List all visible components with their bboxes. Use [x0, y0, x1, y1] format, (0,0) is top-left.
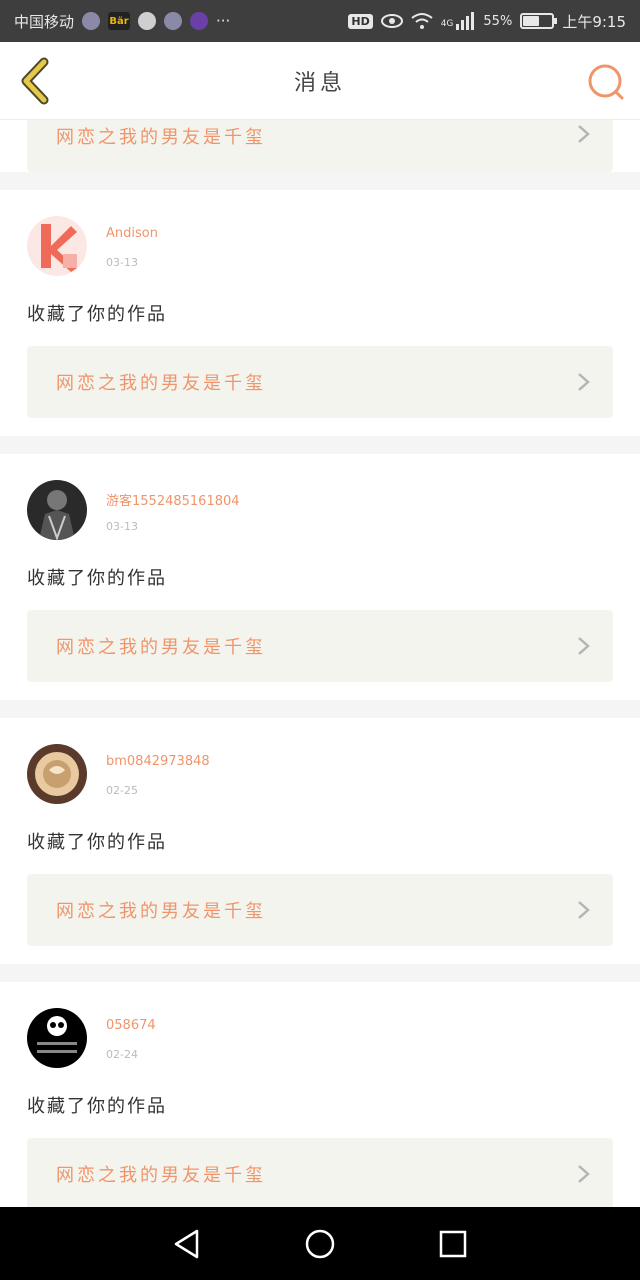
chevron-right-icon	[578, 901, 590, 919]
page-title: 消息	[293, 70, 346, 96]
avatar-image	[27, 480, 87, 540]
notification-card-partial: 网恋之我的男友是千玺	[0, 120, 640, 172]
app-badge-icon: Bär	[108, 12, 131, 30]
circle-home-icon	[305, 1229, 335, 1258]
work-title: 网恋之我的男友是千玺	[56, 1165, 266, 1186]
username[interactable]: bm0842973848	[106, 754, 210, 769]
system-back-button[interactable]	[167, 1224, 207, 1264]
action-text: 收藏了你的作品	[27, 832, 167, 853]
avatar-image	[27, 216, 87, 276]
work-link[interactable]: 网恋之我的男友是千玺	[27, 120, 613, 172]
back-button[interactable]	[14, 56, 64, 106]
work-link[interactable]: 网恋之我的男友是千玺	[27, 346, 613, 418]
nav-bar: 消息	[0, 42, 640, 120]
work-link[interactable]: 网恋之我的男友是千玺	[27, 874, 613, 946]
more-notifications-icon: ···	[216, 12, 231, 30]
status-bar-right: HD 4G 55% 上午9:15	[348, 11, 626, 32]
chevron-right-icon	[578, 637, 590, 655]
status-bar: 中国移动 Bär ··· HD 4G 55% 上午9:15	[0, 0, 640, 42]
signal-icon	[456, 12, 475, 30]
app-notification-icon	[190, 12, 209, 30]
notification-card: Andison 03-13 收藏了你的作品 网恋之我的男友是千玺	[0, 190, 640, 436]
notification-card: 058674 02-24 收藏了你的作品 网恋之我的男友是千玺	[0, 982, 640, 1207]
battery-percent: 55%	[483, 13, 513, 29]
status-bar-left: 中国移动 Bär ···	[14, 11, 230, 32]
username[interactable]: Andison	[106, 226, 158, 241]
message-feed[interactable]: 网恋之我的男友是千玺 Andison 03-13 收藏了你的作品 网恋之我的男友…	[0, 120, 640, 1207]
username[interactable]: 058674	[106, 1018, 156, 1033]
hd-icon: HD	[348, 13, 373, 29]
avatar[interactable]	[27, 1008, 87, 1068]
action-text: 收藏了你的作品	[27, 1096, 167, 1117]
system-home-button[interactable]	[300, 1224, 340, 1264]
work-title: 网恋之我的男友是千玺	[56, 127, 266, 148]
eye-icon	[380, 14, 403, 28]
work-link[interactable]: 网恋之我的男友是千玺	[27, 1138, 613, 1207]
triangle-back-icon	[174, 1229, 198, 1258]
work-title: 网恋之我的男友是千玺	[56, 373, 266, 394]
action-text: 收藏了你的作品	[27, 568, 167, 589]
chevron-right-icon	[578, 125, 590, 143]
battery-icon	[520, 13, 558, 29]
date: 03-13	[106, 520, 138, 533]
wifi-icon	[411, 13, 433, 29]
clock: 上午9:15	[562, 12, 626, 31]
work-link[interactable]: 网恋之我的男友是千玺	[27, 610, 613, 682]
avatar[interactable]	[27, 216, 87, 276]
date: 02-24	[106, 1048, 138, 1061]
qq-icon	[164, 12, 183, 30]
avatar-image	[27, 1008, 87, 1068]
network-type-label: 4G	[440, 18, 454, 29]
notification-app-icon	[82, 12, 101, 30]
search-button[interactable]	[586, 62, 626, 102]
avatar[interactable]	[27, 744, 87, 804]
date: 03-13	[106, 256, 138, 269]
system-recents-button[interactable]	[433, 1224, 473, 1264]
chevron-right-icon	[578, 373, 590, 391]
chevron-right-icon	[578, 1165, 590, 1183]
chevron-left-icon	[21, 57, 49, 105]
username[interactable]: 游客1552485161804	[106, 490, 240, 509]
avatar-image	[27, 744, 87, 804]
carrier-label: 中国移动	[14, 12, 75, 31]
square-recents-icon	[440, 1230, 467, 1257]
wechat-icon	[138, 12, 157, 30]
work-title: 网恋之我的男友是千玺	[56, 637, 266, 658]
notification-card: bm0842973848 02-25 收藏了你的作品 网恋之我的男友是千玺	[0, 718, 640, 964]
avatar[interactable]	[27, 480, 87, 540]
notification-card: 游客1552485161804 03-13 收藏了你的作品 网恋之我的男友是千玺	[0, 454, 640, 700]
date: 02-25	[106, 784, 138, 797]
action-text: 收藏了你的作品	[27, 304, 167, 325]
system-nav-bar	[0, 1207, 640, 1280]
search-icon	[588, 64, 624, 100]
work-title: 网恋之我的男友是千玺	[56, 901, 266, 922]
